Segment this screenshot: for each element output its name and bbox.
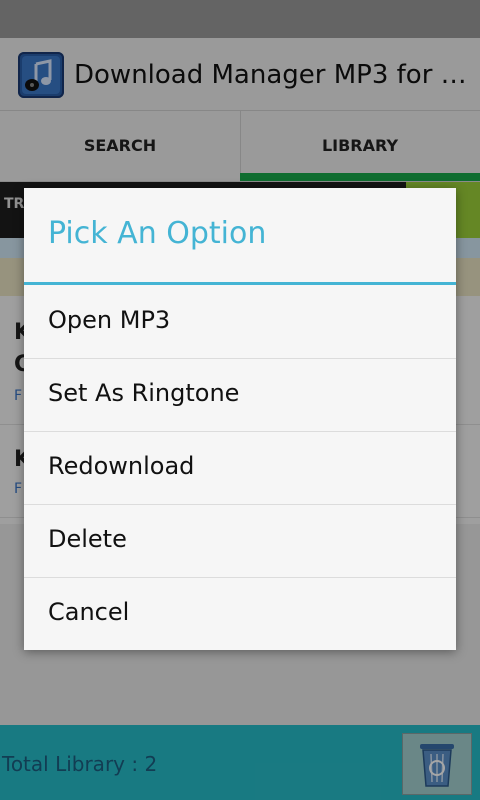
dialog-title-divider (24, 282, 456, 285)
redownload-option[interactable]: Redownload (24, 431, 456, 504)
option-label: Cancel (48, 598, 130, 626)
option-label: Delete (48, 525, 127, 553)
pick-option-dialog: Pick An Option Open MP3 Set As Ringtone … (24, 188, 456, 650)
option-label: Open MP3 (48, 306, 171, 334)
cancel-option[interactable]: Cancel (24, 577, 456, 650)
dialog-title: Pick An Option (48, 216, 267, 251)
open-mp3-option[interactable]: Open MP3 (24, 286, 456, 358)
option-label: Redownload (48, 452, 195, 480)
set-as-ringtone-option[interactable]: Set As Ringtone (24, 358, 456, 431)
option-label: Set As Ringtone (48, 379, 240, 407)
delete-option[interactable]: Delete (24, 504, 456, 577)
